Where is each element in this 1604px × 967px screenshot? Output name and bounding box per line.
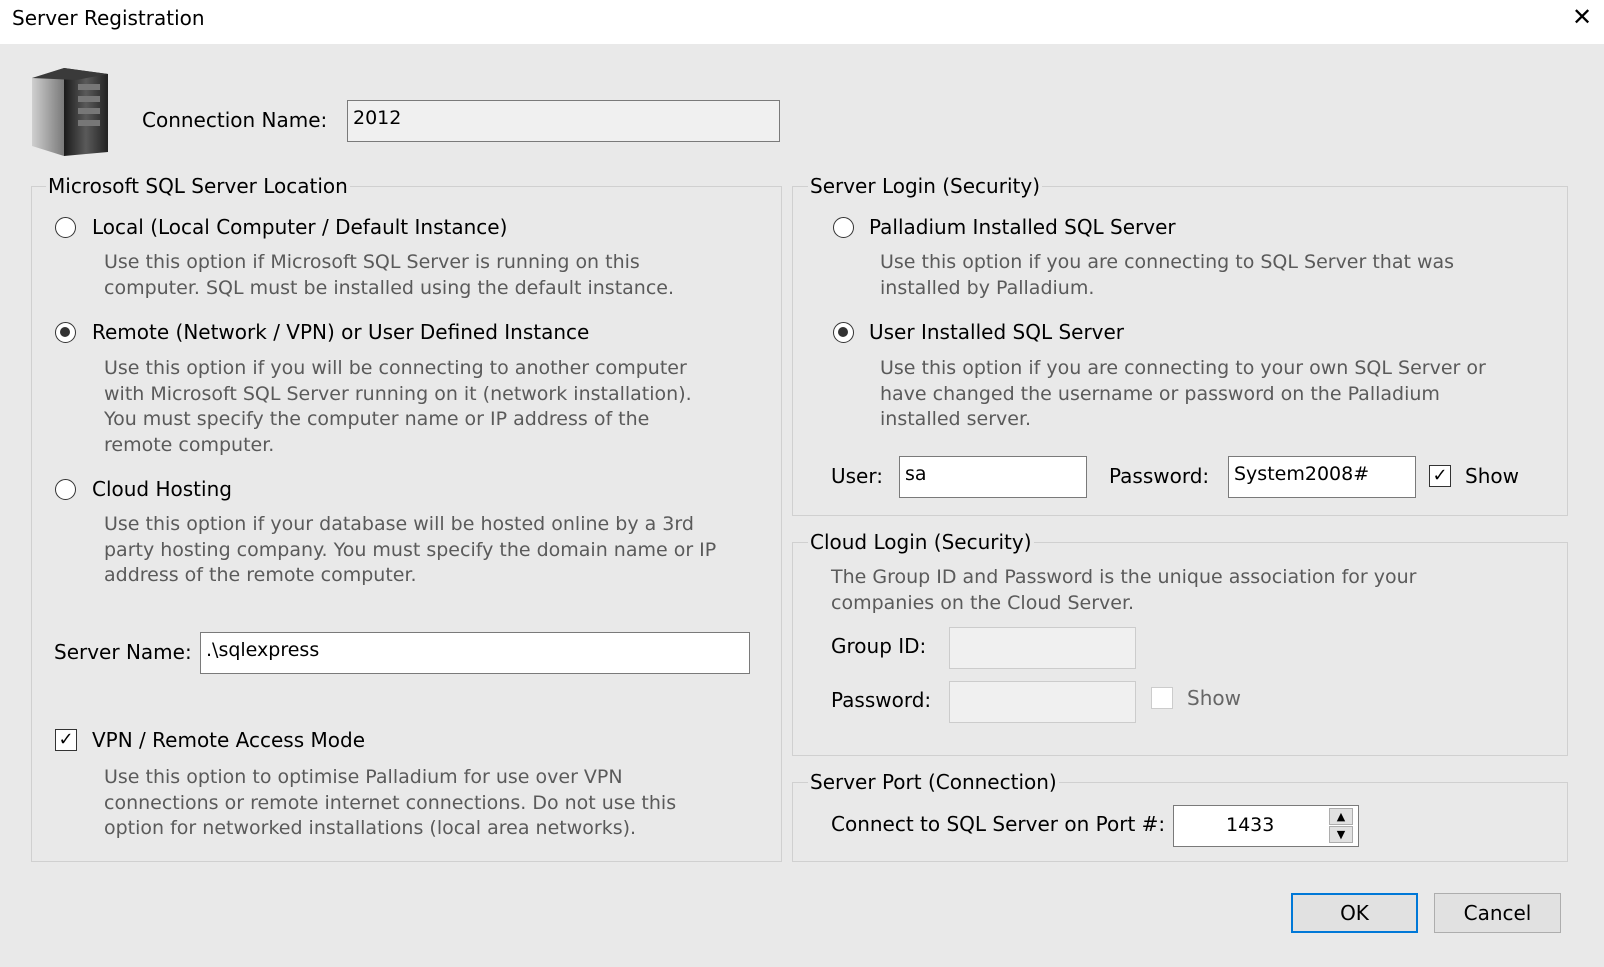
close-icon[interactable]: ✕ xyxy=(1572,2,1592,32)
palladium-installed-radio[interactable] xyxy=(833,217,854,238)
password-label: Password: xyxy=(1109,464,1210,488)
user-label: User: xyxy=(831,464,883,488)
server-name-input[interactable]: .\sqlexpress xyxy=(200,632,750,674)
cloud-hosting-label: Cloud Hosting xyxy=(92,477,232,501)
vpn-mode-description: Use this option to optimise Palladium fo… xyxy=(104,766,677,839)
port-value: 1433 xyxy=(1226,814,1275,836)
user-input[interactable]: sa xyxy=(899,456,1087,498)
cloud-password-input[interactable] xyxy=(949,681,1136,723)
cloud-login-description: The Group ID and Password is the unique … xyxy=(831,566,1417,614)
port-up-icon[interactable]: ▲ xyxy=(1329,808,1353,825)
port-spinner[interactable]: 1433 ▲ ▼ xyxy=(1173,805,1359,847)
cloud-hosting-radio[interactable] xyxy=(55,479,76,500)
group-id-input[interactable] xyxy=(949,627,1136,669)
server-name-label: Server Name: xyxy=(54,640,192,664)
cloud-login-title: Cloud Login (Security) xyxy=(808,530,1034,554)
connection-name-label: Connection Name: xyxy=(142,108,328,132)
cloud-show-password-checkbox[interactable] xyxy=(1151,687,1173,709)
cloud-password-label: Password: xyxy=(831,688,932,712)
user-installed-radio[interactable] xyxy=(833,322,854,343)
local-description: Use this option if Microsoft SQL Server … xyxy=(104,251,674,299)
remote-label: Remote (Network / VPN) or User Defined I… xyxy=(92,320,590,344)
cloud-show-password-label: Show xyxy=(1187,686,1241,710)
sql-server-location-title: Microsoft SQL Server Location xyxy=(46,174,350,198)
server-port-title: Server Port (Connection) xyxy=(808,770,1059,794)
ok-button[interactable]: OK xyxy=(1291,893,1418,933)
show-password-label: Show xyxy=(1465,464,1519,488)
port-down-icon[interactable]: ▼ xyxy=(1329,826,1353,843)
local-label: Local (Local Computer / Default Instance… xyxy=(92,215,508,239)
password-input[interactable]: System2008# xyxy=(1228,456,1416,498)
connection-name-input[interactable]: 2012 xyxy=(347,100,780,142)
remote-radio[interactable] xyxy=(55,322,76,343)
show-password-checkbox[interactable]: ✓ xyxy=(1429,465,1451,487)
remote-description: Use this option if you will be connectin… xyxy=(104,357,692,456)
palladium-installed-description: Use this option if you are connecting to… xyxy=(880,251,1455,299)
user-installed-description: Use this option if you are connecting to… xyxy=(880,357,1486,430)
local-radio[interactable] xyxy=(55,217,76,238)
cancel-button[interactable]: Cancel xyxy=(1434,893,1561,933)
title-bar: Server Registration ✕ xyxy=(0,0,1604,44)
user-installed-label: User Installed SQL Server xyxy=(869,320,1125,344)
port-label: Connect to SQL Server on Port #: xyxy=(831,812,1166,836)
server-login-title: Server Login (Security) xyxy=(808,174,1042,198)
window-title: Server Registration xyxy=(12,6,205,30)
cloud-hosting-description: Use this option if your database will be… xyxy=(104,513,717,586)
vpn-mode-checkbox[interactable]: ✓ xyxy=(55,729,77,751)
server-icon xyxy=(32,68,108,156)
vpn-mode-label: VPN / Remote Access Mode xyxy=(92,728,365,752)
group-id-label: Group ID: xyxy=(831,634,927,658)
palladium-installed-label: Palladium Installed SQL Server xyxy=(869,215,1176,239)
